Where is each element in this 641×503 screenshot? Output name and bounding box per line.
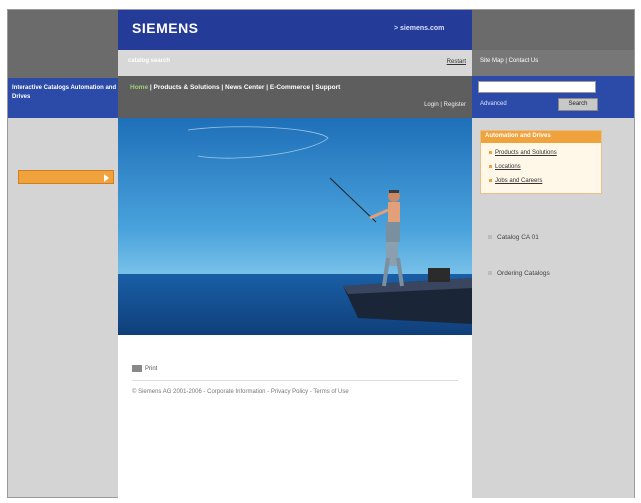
nav-support[interactable]: Support — [315, 84, 340, 91]
catalog-caption: catalog search — [128, 58, 171, 64]
divider — [132, 380, 458, 381]
left-nav-title: Interactive Catalogs Automation and Driv… — [8, 78, 118, 118]
restart-link[interactable]: Restart — [447, 59, 466, 65]
link-label[interactable]: Products and Solutions — [495, 150, 557, 156]
print-link[interactable]: Print — [132, 365, 157, 372]
nav-news[interactable]: News Center — [225, 84, 264, 91]
footer-legal: © Siemens AG 2001-2006 - Corporate Infor… — [132, 389, 349, 395]
search-button[interactable]: Search — [558, 98, 598, 111]
ad-links-box: Automation and Drives Products and Solut… — [480, 130, 602, 194]
link-label[interactable]: Ordering Catalogs — [497, 270, 550, 277]
fishing-scene-image — [118, 118, 472, 335]
hero-image — [118, 118, 472, 335]
brand-bar-right — [472, 10, 634, 50]
content-area: Print © Siemens AG 2001-2006 - Corporate… — [118, 335, 472, 498]
siemens-logo[interactable]: SIEMENS — [132, 20, 199, 36]
bullet-icon — [488, 271, 492, 276]
nav-products[interactable]: Products & Solutions — [154, 84, 220, 91]
main-nav: Home | Products & Solutions | News Cente… — [118, 76, 472, 118]
link-catalog-ca01[interactable]: Catalog CA 01 — [488, 234, 539, 241]
sidebar-orange-tab[interactable] — [18, 170, 114, 184]
search-input[interactable] — [478, 81, 596, 93]
bullet-icon — [489, 150, 492, 154]
link-products-solutions[interactable]: Products and Solutions — [489, 150, 557, 156]
print-label[interactable]: Print — [145, 366, 157, 372]
top-left-block — [8, 10, 118, 78]
search-panel: Advanced Search — [472, 76, 634, 118]
link-ordering-catalogs[interactable]: Ordering Catalogs — [488, 270, 550, 277]
siemens-com-link[interactable]: > siemens.com — [394, 25, 444, 32]
sitemap-contact-links[interactable]: Site Map | Contact Us — [480, 58, 538, 64]
ad-box-header: Automation and Drives — [481, 131, 601, 143]
right-sidebar: Automation and Drives Products and Solut… — [472, 118, 634, 498]
printer-icon — [132, 365, 142, 372]
bullet-icon — [489, 178, 492, 182]
left-nav-title-text[interactable]: Interactive Catalogs Automation and Driv… — [12, 84, 118, 102]
login-register-link[interactable]: Login | Register — [424, 102, 466, 108]
link-jobs-careers[interactable]: Jobs and Careers — [489, 178, 542, 184]
link-label[interactable]: Catalog CA 01 — [497, 234, 539, 241]
nav-home[interactable]: Home — [130, 84, 148, 91]
catalog-header-strip: catalog search Restart — [118, 50, 472, 76]
left-sidebar — [8, 118, 118, 496]
ad-box-title[interactable]: Automation and Drives — [485, 133, 551, 139]
nav-ecommerce[interactable]: E-Commerce — [270, 84, 310, 91]
bullet-icon — [489, 164, 492, 168]
brand-bar: SIEMENS > siemens.com — [118, 10, 472, 50]
link-label[interactable]: Locations — [495, 164, 521, 170]
link-label[interactable]: Jobs and Careers — [495, 178, 542, 184]
main-nav-links: Home | Products & Solutions | News Cente… — [130, 84, 340, 91]
advanced-search-link[interactable]: Advanced — [480, 101, 507, 107]
bullet-icon — [488, 235, 492, 240]
arrow-right-icon — [104, 174, 109, 182]
link-locations[interactable]: Locations — [489, 164, 521, 170]
utility-links: Site Map | Contact Us — [472, 50, 634, 76]
